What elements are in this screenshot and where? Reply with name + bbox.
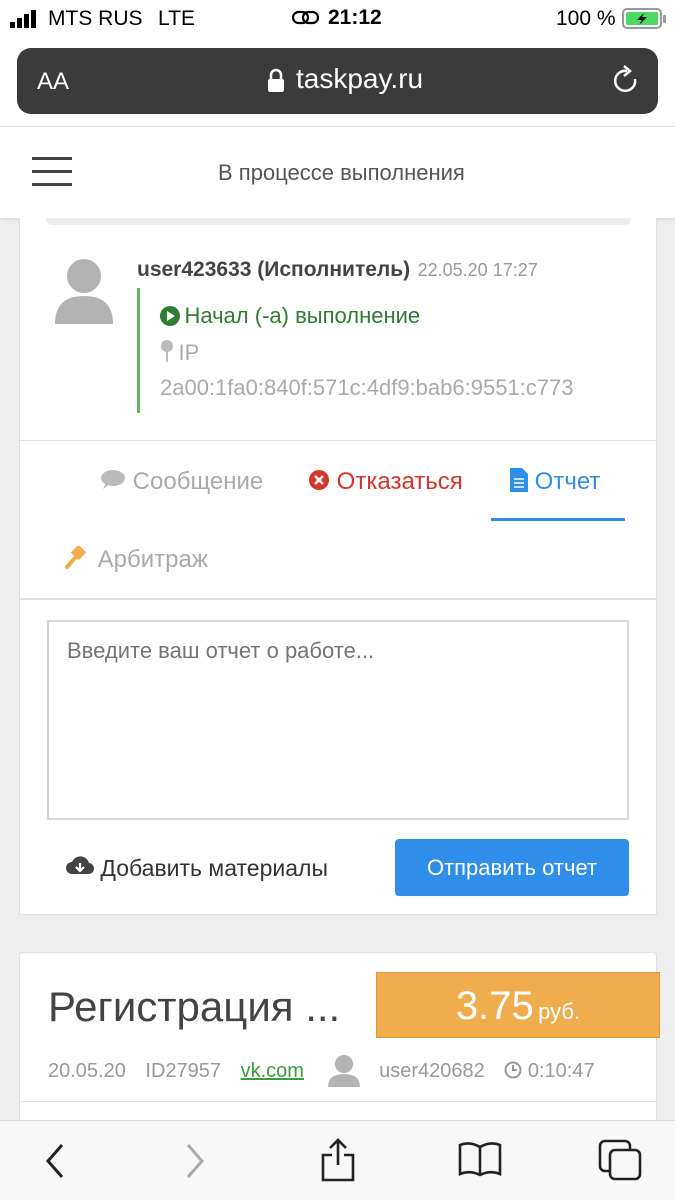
page-title: В процессе выполнения <box>218 160 465 185</box>
battery-label: 100 % <box>556 7 616 30</box>
divider <box>20 440 656 441</box>
lock-icon <box>268 68 284 92</box>
task-site-link[interactable]: vk.com <box>241 1060 304 1082</box>
active-tab-indicator <box>491 518 625 521</box>
history-event: Начал (-а) выполнение IP 2a00:1fa0:840f:… <box>137 288 630 413</box>
link-icon <box>292 10 320 25</box>
text-size-button[interactable]: AA <box>37 68 69 96</box>
tab-message-label: Сообщение <box>132 468 264 495</box>
ip-value: 2a00:1fa0:840f:571c:4df9:bab6:9551:c773 <box>160 375 574 400</box>
price-badge: 3.75 руб. <box>376 972 660 1038</box>
tab-message[interactable]: Сообщение <box>100 468 263 496</box>
tab-arbitration-label: Арбитраж <box>97 546 208 573</box>
share-icon[interactable] <box>320 1137 356 1183</box>
task-id: ID27957 <box>145 1060 222 1082</box>
bookmarks-icon[interactable] <box>458 1141 502 1177</box>
history-action: Начал (-а) выполнение <box>184 303 421 328</box>
times-circle-icon <box>309 470 329 490</box>
url-text[interactable]: taskpay.ru <box>296 63 423 95</box>
comment-icon <box>101 470 125 489</box>
report-textarea[interactable] <box>47 620 629 820</box>
reload-icon[interactable] <box>611 65 641 97</box>
price-currency: руб. <box>538 999 581 1024</box>
divider <box>20 1101 656 1102</box>
clock-icon <box>504 1061 522 1079</box>
battery-icon <box>622 8 666 29</box>
network-label: LTE <box>158 7 195 30</box>
url-bar[interactable]: AA taskpay.ru <box>17 48 658 114</box>
tab-report-label: Отчет <box>534 468 601 495</box>
task-history-card: user423633 (Исполнитель) 22.05.20 17:27 … <box>19 218 657 599</box>
add-materials-button[interactable]: Добавить материалы <box>66 854 328 882</box>
owner-avatar-icon <box>327 1055 360 1087</box>
tab-report[interactable]: Отчет <box>510 468 600 496</box>
status-bar: MTS RUS LTE 21:12 100 % <box>0 0 675 36</box>
back-arrow-icon[interactable] <box>44 1143 66 1179</box>
forward-arrow-icon[interactable] <box>184 1143 206 1179</box>
task-timer: 0:10:47 <box>527 1060 595 1082</box>
add-materials-label: Добавить материалы <box>100 855 328 881</box>
signal-icon <box>10 10 36 28</box>
task-owner: user420682 <box>379 1060 485 1082</box>
map-pin-icon <box>161 340 173 362</box>
ip-label: IP <box>178 340 200 365</box>
tab-refuse[interactable]: Отказаться <box>308 468 463 496</box>
previous-item-edge <box>46 218 631 225</box>
report-form-card: Добавить материалы Отправить отчет <box>19 599 657 915</box>
avatar-icon <box>55 259 113 324</box>
price-value: 3.75 <box>455 984 534 1028</box>
history-username: user423633 (Исполнитель) <box>137 258 411 281</box>
task-date: 20.05.20 <box>48 1060 126 1082</box>
task-meta: 20.05.20 ID27957 vk.com user420682 0:10:… <box>48 1053 595 1087</box>
site-header: В процессе выполнения <box>0 126 675 218</box>
browser-toolbar <box>0 1120 675 1200</box>
carrier-label: MTS RUS <box>48 7 143 30</box>
tab-arbitration[interactable]: Арбитраж <box>65 544 208 574</box>
gavel-icon <box>65 544 87 569</box>
clock-label: 21:12 <box>328 6 382 29</box>
cloud-download-icon <box>66 856 95 875</box>
document-icon <box>510 468 528 492</box>
submit-report-button[interactable]: Отправить отчет <box>395 839 629 896</box>
history-datetime: 22.05.20 17:27 <box>417 260 538 280</box>
task-title[interactable]: Регистрация ... <box>48 983 340 1031</box>
tab-refuse-label: Отказаться <box>336 468 463 495</box>
play-circle-icon <box>160 306 180 326</box>
tabs-icon[interactable] <box>598 1139 644 1181</box>
hamburger-menu-icon[interactable] <box>32 157 72 187</box>
browser-chrome: AA taskpay.ru <box>0 36 675 126</box>
task-card[interactable]: Регистрация ... 3.75 руб. 20.05.20 ID279… <box>19 952 660 1132</box>
